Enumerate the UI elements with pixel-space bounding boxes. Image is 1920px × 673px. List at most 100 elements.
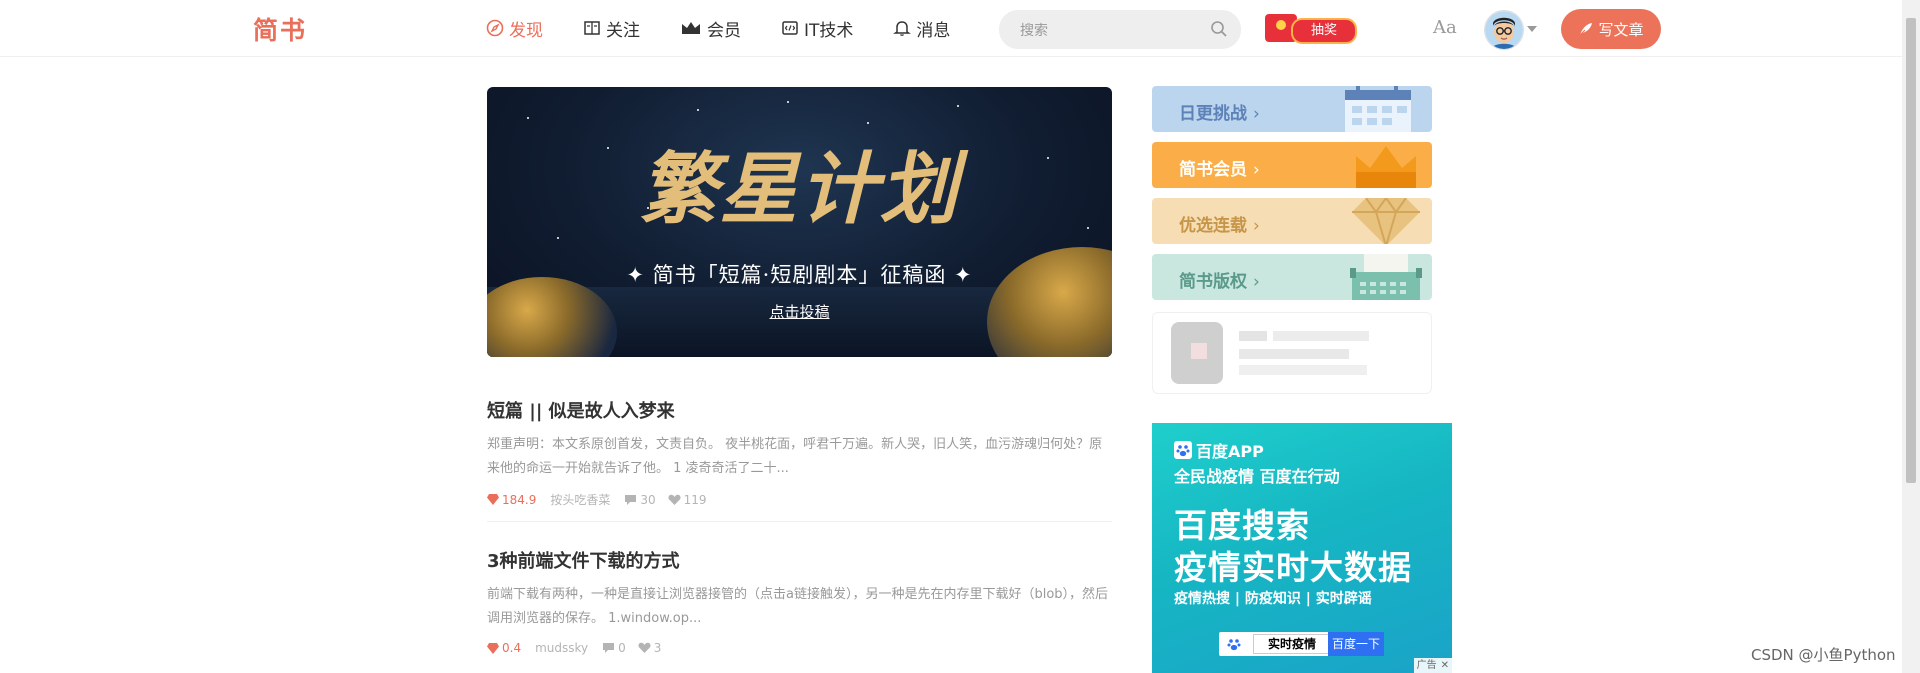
comment-count[interactable]: 30 [624,492,656,507]
book-icon [584,21,600,35]
user-avatar[interactable] [1484,10,1524,50]
code-icon [782,21,798,35]
scrollbar-thumb[interactable] [1906,18,1916,483]
banner-title: 繁星计划 [639,144,960,235]
ad-headline: 疫情实时大数据 [1174,548,1412,587]
lottery-label: 抽奖 [1291,18,1357,44]
nav-member[interactable]: 会员 [680,0,741,56]
blurred-image [1191,343,1207,359]
nav-follow-label: 关注 [606,20,640,41]
blurred-text [1239,331,1267,341]
compass-icon [486,19,504,37]
heart-icon [638,642,651,653]
comment-count[interactable]: 0 [602,641,626,655]
diamond-count: 184.9 [487,493,536,507]
article-author[interactable]: 按头吃香菜 [550,491,610,508]
article-author[interactable]: mudssky [535,641,588,655]
nav-messages[interactable]: 消息 [893,0,950,56]
nav-it-tech[interactable]: IT技术 [781,0,853,56]
nav-discover[interactable]: 发现 [486,0,543,56]
nav-follow[interactable]: 关注 [583,0,640,56]
nav-discover-label: 发现 [509,20,543,41]
like-value: 3 [653,641,662,655]
write-article-label: 写文章 [1598,20,1644,39]
article-divider [487,521,1112,522]
board-label-text: 优选连载 [1179,216,1247,236]
ad-app-name: 百度APP [1174,438,1264,462]
ad-keywords: 疫情热搜 | 防疫知识 | 实时辟谣 [1174,591,1372,607]
search-input[interactable] [1018,11,1212,50]
ad-searchbar[interactable]: 实时疫情 百度一下 [1219,632,1384,656]
chevron-right-icon: › [1253,272,1260,292]
main-nav: 发现 关注 会员 IT技术 消息 [486,0,990,56]
nav-messages-label: 消息 [916,20,951,41]
write-article-button[interactable]: 写文章 [1561,9,1661,49]
comment-value: 30 [640,492,656,507]
site-logo[interactable]: 简书 [253,11,307,47]
star-decoration [787,101,789,103]
diamond-value: 0.4 [502,641,522,655]
board-serials[interactable]: 优选连载 › [1152,198,1432,244]
like-count: 3 [638,641,662,655]
star-decoration [957,105,959,107]
chevron-right-icon: › [1253,160,1260,180]
baidu-ad[interactable]: 百度APP 全民战疫情 百度在行动 百度搜索 疫情实时大数据 疫情热搜 | 防疫… [1152,423,1452,673]
ad-tagline: 全民战疫情 百度在行动 [1174,467,1340,486]
board-label-text: 简书版权 [1179,272,1247,292]
diamond-icon [487,642,499,654]
calendar-icon [1345,86,1411,132]
article-title[interactable]: 3种前端文件下载的方式 [487,547,1112,573]
blurred-text [1239,349,1349,359]
comment-icon [603,643,615,653]
board-copyright[interactable]: 简书版权 › [1152,254,1432,300]
board-label: 优选连载 › [1179,211,1260,236]
chevron-down-icon[interactable] [1527,26,1537,32]
crown-icon [682,22,700,34]
article-abstract: 郑重声明：本文系原创首发，文责自负。 夜半桃花面，呼君千万遍。新人哭，旧人笑，血… [487,437,1103,476]
bell-icon [893,21,912,36]
star-decoration [867,122,869,124]
avatar-face-icon [1485,11,1523,49]
ad-app-label: 百度APP [1196,442,1264,461]
board-daily-challenge[interactable]: 日更挑战 › [1152,86,1432,132]
close-icon[interactable]: ✕ [1441,658,1449,673]
quill-icon [1580,23,1593,36]
article-item: 短篇 || 似是故人入梦来 郑重声明：本文系原创首发，文责自负。 夜半桃花面，呼… [487,397,1112,508]
comment-value: 0 [618,641,626,655]
page-scrollbar[interactable] [1902,0,1920,673]
watermark: CSDN @小鱼Python [1751,646,1896,664]
nav-it-tech-label: IT技术 [804,20,854,41]
lottery-button[interactable]: 抽奖 [1265,12,1357,44]
ad-badge[interactable]: 广告 ✕ [1413,658,1452,673]
top-nav-bar: 简书 发现 关注 会员 IT技术 消息 搜索 抽奖 Aa 写文章 [0,0,1902,57]
font-size-toggle[interactable]: Aa [1433,17,1457,38]
chevron-right-icon: › [1253,104,1260,124]
diamond-value: 184.9 [502,492,537,507]
board-label: 简书版权 › [1179,267,1260,292]
paw-icon [1227,639,1241,651]
board-label: 简书会员 › [1179,155,1260,180]
ad-headline: 百度搜索 [1174,506,1310,545]
banner-submit-link[interactable]: 点击投稿 [487,301,1112,322]
diamond-icon [487,494,499,505]
like-value: 119 [683,492,707,507]
heart-icon [668,494,681,505]
like-count: 119 [668,493,707,507]
blurred-download-card[interactable] [1152,312,1432,394]
article-meta: 184.9 按头吃香菜 30 119 [487,491,1112,508]
search-icon[interactable] [1210,20,1228,38]
nav-member-label: 会员 [707,20,741,41]
comment-icon [625,494,637,505]
paw-icon [1174,441,1192,459]
promo-banner[interactable]: 繁星计划 ✦ 简书「短篇·短剧剧本」征稿函 ✦ 点击投稿 [487,87,1112,357]
ad-search-button[interactable]: 百度一下 [1328,632,1384,656]
chevron-right-icon: › [1253,216,1260,236]
star-decoration [527,117,529,119]
banner-subtitle: ✦ 简书「短篇·短剧剧本」征稿函 ✦ [626,263,973,287]
diamond-icon [1352,198,1420,244]
board-label: 日更挑战 › [1179,99,1260,124]
article-title[interactable]: 短篇 || 似是故人入梦来 [487,397,1112,423]
board-membership[interactable]: 简书会员 › [1152,142,1432,188]
crown-icon [1356,146,1416,188]
blurred-text [1239,365,1367,375]
